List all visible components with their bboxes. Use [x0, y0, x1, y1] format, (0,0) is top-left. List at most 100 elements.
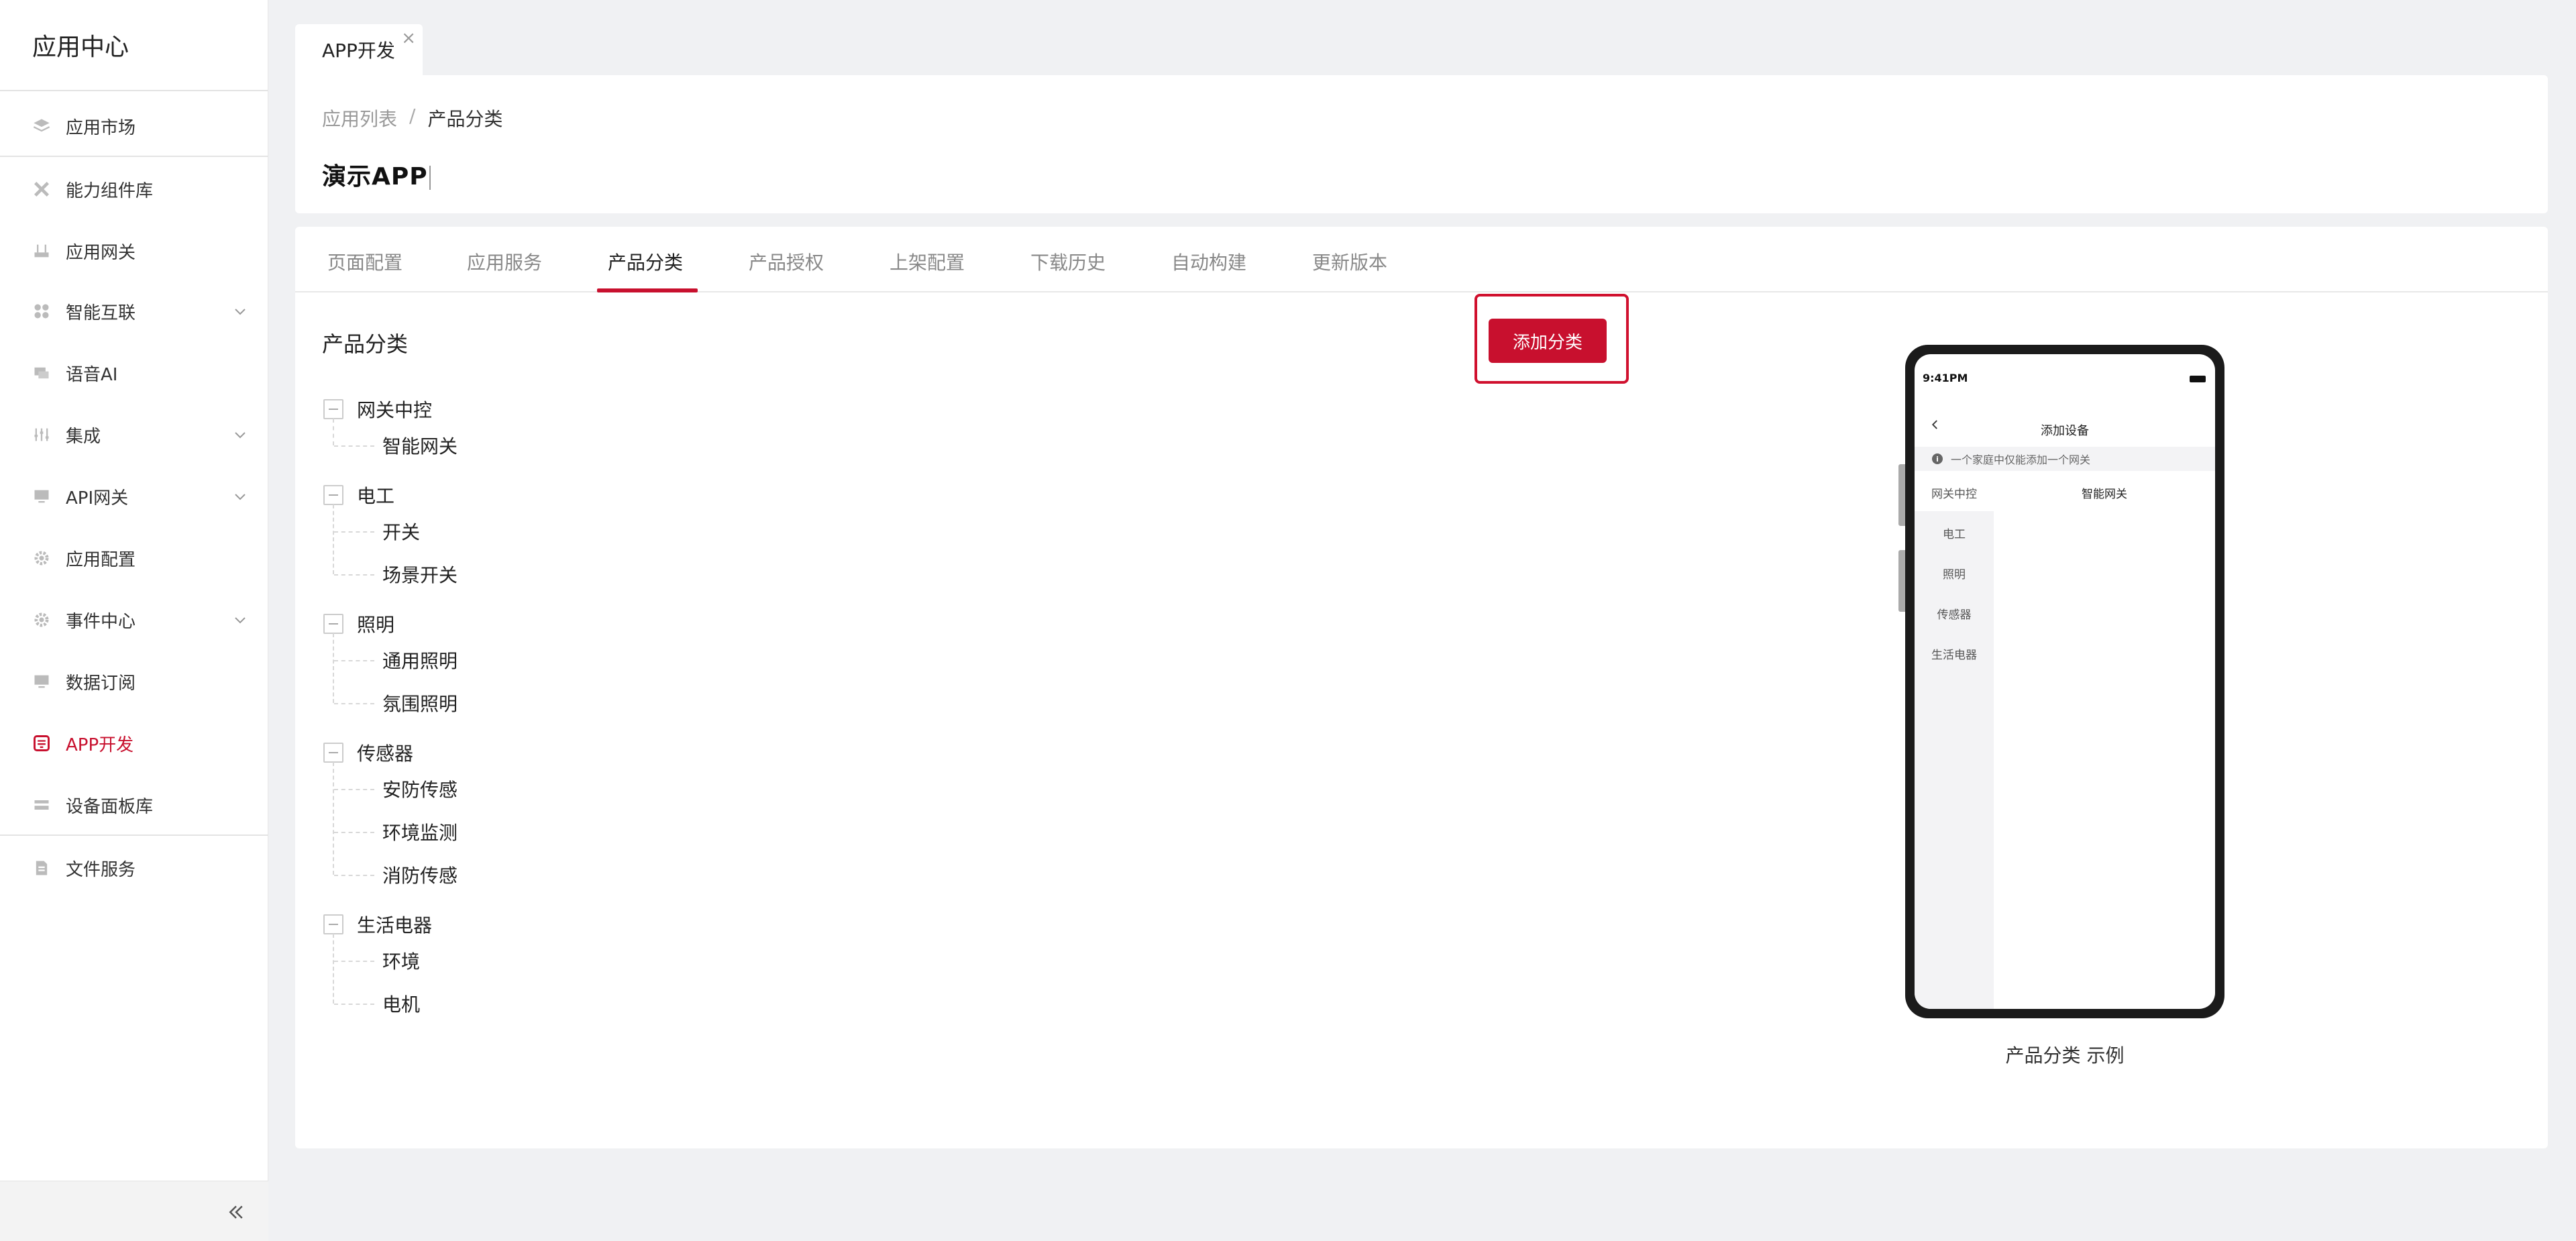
sidebar-item-data-subscription[interactable]: 数据订阅 — [0, 651, 268, 712]
tree-child-scene-switch[interactable]: 场景开关 — [382, 561, 458, 588]
collapse-sidebar-button[interactable] — [224, 1200, 248, 1224]
breadcrumb: 应用列表 / 产品分类 — [322, 105, 502, 131]
collapse-toggle-icon[interactable] — [323, 485, 343, 505]
collapse-toggle-icon[interactable] — [323, 614, 343, 634]
tree-connector — [334, 789, 374, 790]
sidebar-item-smart-interconnect[interactable]: 智能互联 — [0, 280, 268, 342]
sidebar-item-label: 应用市场 — [66, 117, 136, 138]
phone-caption: 产品分类 示例 — [2005, 1044, 2125, 1067]
sidebar-item-event-center[interactable]: 事件中心 — [0, 589, 268, 651]
sidebar-item-api-gateway[interactable]: API网关 — [0, 466, 268, 527]
sidebar-item-label: 数据订阅 — [66, 673, 136, 694]
tree-node-label: 网关中控 — [357, 399, 433, 421]
tree-node-gateway-control[interactable]: 网关中控 — [323, 396, 432, 423]
tab-auto-build[interactable]: 自动构建 — [1171, 248, 1246, 275]
tree-child-general-lighting[interactable]: 通用照明 — [382, 647, 458, 673]
sidebar-item-label: 文件服务 — [66, 859, 136, 880]
file-icon — [32, 859, 51, 877]
sidebar-footer — [0, 1181, 268, 1241]
chevron-down-icon — [235, 309, 246, 315]
tab-page-config[interactable]: 页面配置 — [327, 248, 402, 275]
phone-subcategory-item: 智能网关 — [2082, 488, 2127, 501]
sidebar-item-app-development[interactable]: APP开发 — [0, 712, 268, 774]
tree-child-environment[interactable]: 环境 — [382, 947, 420, 974]
tree-child-ambient-lighting[interactable]: 氛围照明 — [382, 690, 458, 716]
tab-app-service[interactable]: 应用服务 — [467, 248, 542, 275]
sidebar-item-voice-ai[interactable]: 语音AI — [0, 342, 268, 404]
tree-child-fire-sensor[interactable]: 消防传感 — [382, 861, 458, 888]
breadcrumb-separator: / — [409, 105, 416, 127]
tree-node-sensor[interactable]: 传感器 — [323, 739, 413, 766]
tab-download-history[interactable]: 下载历史 — [1030, 248, 1106, 275]
sidebar-item-label: 集成 — [66, 426, 101, 447]
sidebar-item-app-config[interactable]: 应用配置 — [0, 527, 268, 589]
tree-child-environment-monitor[interactable]: 环境监测 — [382, 818, 458, 845]
phone-screen: 9:41PM 添加设备 i 一个家庭中仅能添加一个网关 网关中控 电工 照明 传… — [1915, 354, 2215, 1009]
collapse-toggle-icon[interactable] — [323, 399, 343, 419]
active-tab-indicator — [597, 288, 698, 292]
header-card: 应用列表 / 产品分类 演示APP — [295, 75, 2548, 213]
sidebar-item-label: 应用配置 — [66, 549, 136, 570]
sliders-icon — [32, 425, 51, 444]
phone-category-item: 生活电器 — [1931, 649, 1977, 662]
tree-connector — [333, 633, 334, 703]
sidebar-item-label: 设备面板库 — [66, 796, 154, 817]
tab-listing-config[interactable]: 上架配置 — [890, 248, 965, 275]
sidebar-item-integration[interactable]: 集成 — [0, 404, 268, 466]
sidebar-item-label: 语音AI — [66, 364, 118, 385]
sidebar-item-file-service[interactable]: 文件服务 — [0, 837, 268, 899]
monitor-icon — [32, 487, 51, 506]
sidebar-divider — [0, 834, 268, 836]
breadcrumb-app-list[interactable]: 应用列表 — [322, 105, 397, 131]
page-tab-label: APP开发 — [322, 40, 395, 62]
tree-child-smart-gateway[interactable]: 智能网关 — [382, 432, 458, 459]
chevron-down-icon — [235, 617, 246, 624]
phone-category-item: 照明 — [1943, 568, 1966, 582]
tab-product-authorization[interactable]: 产品授权 — [749, 248, 824, 275]
tree-connector — [334, 574, 374, 576]
double-chevron-left-icon — [229, 1205, 243, 1219]
sidebar-item-app-gateway[interactable]: 应用网关 — [0, 220, 268, 282]
router-icon — [32, 241, 51, 260]
content-tabs: 页面配置 应用服务 产品分类 产品授权 上架配置 下载历史 自动构建 更新版本 — [295, 227, 2548, 292]
page-title: 演示APP — [322, 157, 431, 192]
gear-icon — [32, 549, 51, 568]
tree-child-security-sensor[interactable]: 安防传感 — [382, 775, 458, 802]
tree-node-label: 电工 — [357, 485, 395, 507]
gear-icon — [32, 610, 51, 629]
tree-connector — [334, 703, 374, 704]
tree-child-motor[interactable]: 电机 — [382, 990, 420, 1017]
section-title: 产品分类 — [322, 331, 409, 357]
collapse-toggle-icon[interactable] — [323, 914, 343, 934]
sidebar-item-device-panel-library[interactable]: 设备面板库 — [0, 774, 268, 836]
tree-node-label: 传感器 — [357, 743, 414, 765]
sidebar-item-label: API网关 — [66, 488, 129, 508]
phone-category-item: 传感器 — [1937, 608, 1972, 622]
phone-nav-bar: 添加设备 — [1915, 415, 2215, 441]
collapse-toggle-icon[interactable] — [323, 743, 343, 763]
tree-node-home-appliance[interactable]: 生活电器 — [323, 911, 432, 938]
sidebar-item-label: 事件中心 — [66, 611, 136, 632]
phone-side-button — [1898, 550, 1905, 612]
chat-icon — [32, 364, 51, 382]
sidebar-item-app-market[interactable]: 应用市场 — [0, 95, 268, 157]
app-icon — [32, 734, 51, 753]
phone-category-item: 电工 — [1943, 528, 1966, 541]
grid-icon — [32, 302, 51, 321]
tree-connector — [333, 762, 334, 875]
page-tab-app-development[interactable]: APP开发 × — [295, 24, 423, 75]
add-category-button[interactable]: 添加分类 — [1489, 319, 1607, 363]
tree-child-switch[interactable]: 开关 — [382, 518, 420, 545]
app-title: 应用中心 — [0, 0, 268, 91]
layers-icon — [32, 117, 51, 136]
close-icon[interactable]: × — [401, 30, 416, 47]
tab-update-version[interactable]: 更新版本 — [1312, 248, 1387, 275]
panel-icon — [32, 796, 51, 814]
tab-product-category[interactable]: 产品分类 — [608, 248, 683, 275]
sidebar-item-capability-library[interactable]: 能力组件库 — [0, 158, 268, 220]
monitor-icon — [32, 672, 51, 691]
tree-node-label: 照明 — [357, 614, 395, 636]
tree-connector — [334, 445, 374, 447]
phone-status-time: 9:41PM — [1923, 372, 1968, 384]
main-card: 页面配置 应用服务 产品分类 产品授权 上架配置 下载历史 自动构建 更新版本 … — [295, 227, 2548, 1148]
